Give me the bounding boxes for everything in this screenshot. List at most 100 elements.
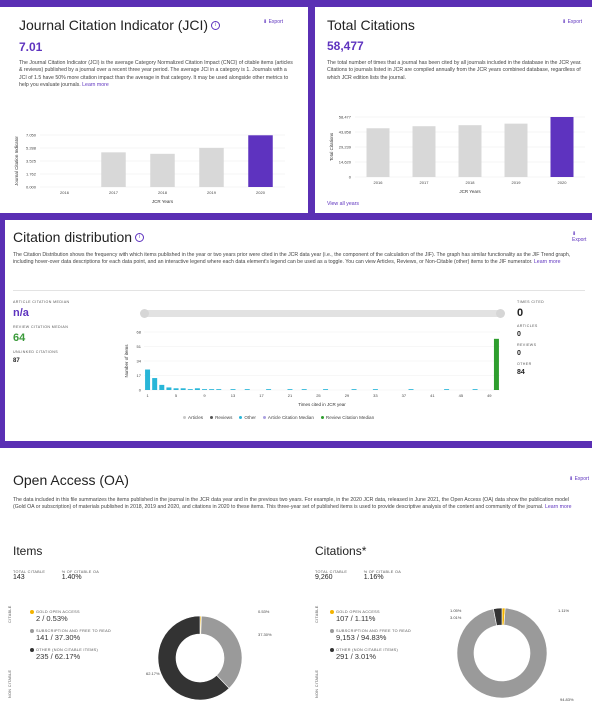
jci-card: Journal Citation Indicator (JCI) i ⬇ Expo… xyxy=(0,7,308,213)
cd-learn-more-link[interactable]: Learn more xyxy=(534,259,561,265)
data-label: 1.05% xyxy=(450,608,462,613)
y-tick-label: 1.762 xyxy=(26,172,37,177)
bar-other xyxy=(173,388,179,390)
items-heading: Items xyxy=(13,544,43,558)
legend-item[interactable]: Articles xyxy=(183,415,203,420)
x-axis-label: JCR Years xyxy=(152,199,174,204)
x-tick-label: 2017 xyxy=(420,180,430,185)
legend-item[interactable]: Other xyxy=(239,415,256,420)
data-label: 37.30% xyxy=(258,632,272,637)
bar xyxy=(550,117,574,177)
cd-chart: 0 17 34 51 68 1 5 9 13 17 21 25 29 33 37 41 45 49 Times ci… xyxy=(124,330,500,407)
gold-dot-icon xyxy=(330,610,334,614)
y-tick-label: 3.525 xyxy=(26,159,37,164)
slider-handle-right[interactable] xyxy=(496,309,505,318)
bar xyxy=(248,135,273,187)
jci-export-button[interactable]: ⬇ Export xyxy=(263,19,283,25)
bar-other xyxy=(152,378,158,390)
citation-distribution-card: Citation distribution i ⬇ Export The Cita… xyxy=(5,220,592,441)
jci-title: Journal Citation Indicator (JCI) xyxy=(19,17,209,33)
x-tick-label: 2018 xyxy=(466,180,476,185)
jci-value: 7.01 xyxy=(19,40,43,54)
y-axis-label: Number of items xyxy=(124,344,129,378)
bar xyxy=(504,123,528,177)
legend-dot-icon xyxy=(210,416,214,420)
y-axis-label: Journal Citation Indicator xyxy=(14,136,19,186)
items-row-subscription: SUBSCRIPTION AND FREE TO READ 141 / 37.3… xyxy=(30,629,120,642)
metric-reviews: REVIEWS 0 xyxy=(517,343,537,357)
download-icon: ⬇ xyxy=(562,19,567,25)
y-tick-label: 51 xyxy=(137,344,142,349)
info-icon[interactable]: i xyxy=(135,233,145,243)
oa-learn-more-link[interactable]: Learn more xyxy=(545,504,572,510)
tc-chart: 0 14,620 29,239 43,858 58,477 2016 2017 2018 201… xyxy=(329,115,585,194)
x-tick-label: 9 xyxy=(203,393,206,398)
x-tick-label: 17 xyxy=(259,393,264,398)
oa-title: Open Access (OA) xyxy=(13,472,129,488)
bar-other xyxy=(216,389,222,390)
cd-left-metrics: ARTICLE CITATION MEDIAN n/a REVIEW CITAT… xyxy=(13,300,103,364)
jci-chart: 0.000 1.762 3.525 5.288 7.050 2016 2017 2018 201… xyxy=(14,133,285,204)
items-totals: TOTAL CITABLE 143 % OF CITABLE OA 1.40% xyxy=(13,570,100,581)
x-tick-label: 37 xyxy=(402,393,407,398)
bar-other xyxy=(323,389,329,390)
bar xyxy=(150,153,175,187)
x-tick-label: 2019 xyxy=(207,190,217,195)
y-tick-label: 7.050 xyxy=(26,133,37,138)
x-axis-label: Times cited in JCR year xyxy=(298,402,346,407)
cd-export-button[interactable]: ⬇ Export xyxy=(572,231,592,243)
x-tick-label: 41 xyxy=(430,393,435,398)
y-tick-label: 29,239 xyxy=(339,145,352,150)
slider-handle-left[interactable] xyxy=(140,309,149,318)
jci-title-row: Journal Citation Indicator (JCI) i xyxy=(19,17,221,35)
y-tick-label: 34 xyxy=(137,359,142,364)
x-tick-label: 29 xyxy=(345,393,350,398)
data-label: 94.83% xyxy=(560,697,574,702)
other-dot-icon xyxy=(330,648,334,652)
x-tick-label: 13 xyxy=(231,393,236,398)
cd-title-row: Citation distribution i xyxy=(13,229,145,247)
x-tick-label: 1 xyxy=(146,393,149,398)
cd-right-metrics: TIMES CITED 0 ARTICLES 0 REVIEWS 0 OTHER… xyxy=(517,300,587,376)
data-label: 62.17% xyxy=(146,671,160,676)
x-tick-label: 2018 xyxy=(158,190,168,195)
tc-title: Total Citations xyxy=(327,17,415,33)
y-tick-label: 0 xyxy=(349,175,352,180)
x-tick-label: 21 xyxy=(288,393,293,398)
cd-divider xyxy=(13,290,585,291)
bar-other xyxy=(202,389,208,390)
citations-side-label-citable: CITABLE xyxy=(315,605,319,623)
subscription-dot-icon xyxy=(30,629,34,633)
info-icon[interactable]: i xyxy=(211,21,221,31)
items-side-label-citable: CITABLE xyxy=(8,605,12,623)
items-rows: GOLD OPEN ACCESS 2 / 0.53% SUBSCRIPTION … xyxy=(30,610,120,661)
x-tick-label: 49 xyxy=(487,393,492,398)
items-donut-chart: 0.53% 37.30% 62.17% xyxy=(146,609,272,701)
bar-other xyxy=(408,389,414,390)
bar-other xyxy=(187,389,193,390)
metric-article-median: ARTICLE CITATION MEDIAN n/a xyxy=(13,300,70,319)
data-label: 1.11% xyxy=(558,608,569,613)
y-tick-label: 17 xyxy=(137,373,142,378)
jci-learn-more-link[interactable]: Learn more xyxy=(82,82,109,88)
cd-range-slider[interactable] xyxy=(140,309,505,318)
citations-rows: GOLD OPEN ACCESS 107 / 1.11% SUBSCRIPTIO… xyxy=(330,610,420,661)
tc-description: The total number of times that a journal… xyxy=(327,60,582,81)
tc-export-button[interactable]: ⬇ Export xyxy=(562,19,582,25)
tc-view-all-link[interactable]: View all years xyxy=(327,201,359,208)
oa-export-button[interactable]: ⬇ Export xyxy=(569,476,589,482)
data-label: 3.01% xyxy=(450,615,462,620)
download-icon: ⬇ xyxy=(569,476,574,482)
legend-item[interactable]: Review Citation Median xyxy=(320,415,374,420)
items-row-gold: GOLD OPEN ACCESS 2 / 0.53% xyxy=(30,610,120,623)
items-side-label-noncitable: NON CITABLE xyxy=(8,669,12,698)
x-tick-label: 2017 xyxy=(109,190,119,195)
x-tick-label: 25 xyxy=(316,393,321,398)
legend-item[interactable]: Article Citation Median xyxy=(262,415,314,420)
legend-item[interactable]: Reviews xyxy=(210,415,232,420)
x-tick-label: 2016 xyxy=(374,180,384,185)
x-tick-label: 5 xyxy=(175,393,178,398)
x-tick-label: 2016 xyxy=(60,190,70,195)
bar-other xyxy=(266,389,272,390)
y-tick-label: 5.288 xyxy=(26,146,37,151)
